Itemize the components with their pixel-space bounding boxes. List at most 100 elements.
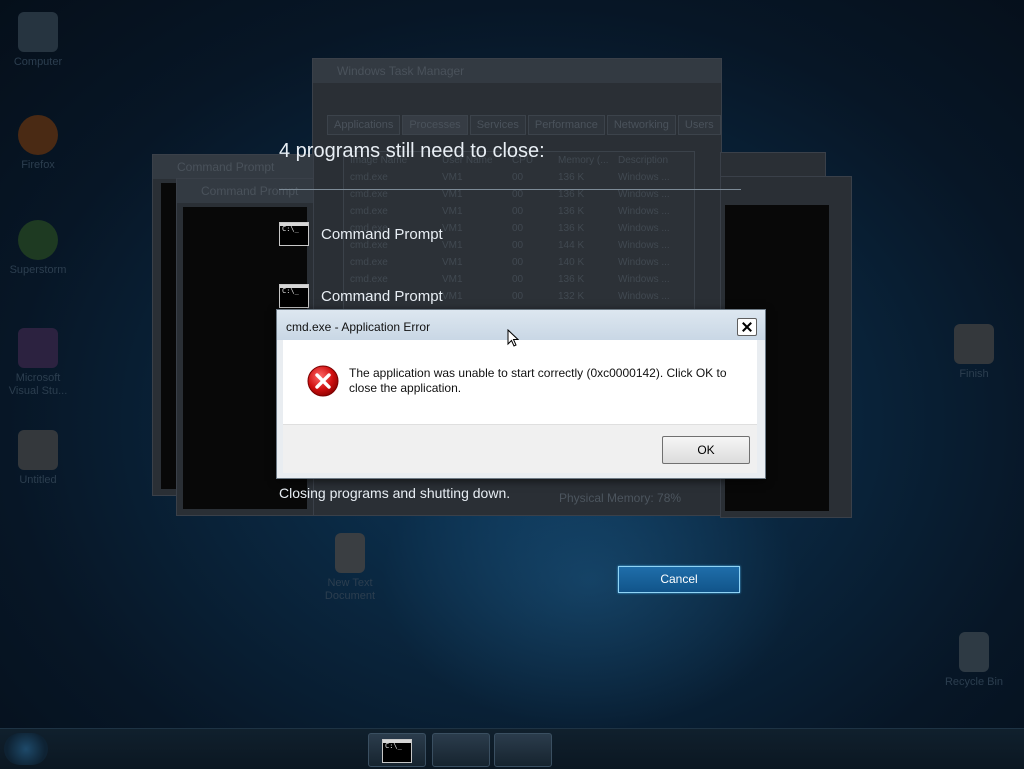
app-taskbar-button[interactable] <box>308 733 364 765</box>
dialog-body: The application was unable to start corr… <box>283 340 757 473</box>
untitled-icon <box>18 430 58 470</box>
desktop-icon-visual-studio[interactable]: Microsoft Visual Stu... <box>0 328 76 398</box>
desktop-icon-label: Microsoft Visual Stu... <box>8 372 68 397</box>
taskbar <box>0 728 1024 769</box>
process-cell: VM1 <box>442 223 463 234</box>
start-button[interactable] <box>4 733 48 765</box>
tab-applications[interactable]: Applications <box>327 115 401 135</box>
pending-program-label: Command Prompt <box>321 225 443 243</box>
process-cell: Windows ... <box>618 240 670 251</box>
desktop-icon-label: Computer <box>13 56 63 68</box>
error-message: The application was unable to start corr… <box>349 366 727 395</box>
desktop-icon-label: Finish <box>959 368 989 380</box>
ok-button[interactable]: OK <box>662 436 750 464</box>
dialog-title: cmd.exe - Application Error <box>286 320 431 334</box>
firefox-icon <box>18 115 58 155</box>
process-cell: cmd.exe <box>350 206 388 217</box>
process-cell: 136 K <box>558 223 585 234</box>
process-cell: Windows ... <box>618 257 670 268</box>
process-cell: 00 <box>512 172 524 183</box>
process-cell: cmd.exe <box>350 257 388 268</box>
desktop-icon-label: New Text Document <box>324 577 376 602</box>
desktop-icon-label: Recycle Bin <box>944 676 1004 688</box>
process-cell: 144 K <box>558 240 585 251</box>
dialog-title-bar[interactable]: cmd.exe - Application Error <box>277 310 765 340</box>
process-cell: cmd.exe <box>350 172 388 183</box>
mouse-cursor-icon <box>507 329 519 347</box>
process-cell: 00 <box>512 223 524 234</box>
explorer-taskbar-button[interactable] <box>246 733 302 765</box>
application-error-dialog: cmd.exe - Application Error The applicat… <box>276 309 766 479</box>
desktop-icon-computer[interactable]: Computer <box>0 12 76 69</box>
process-cell: VM1 <box>442 257 463 268</box>
process-row[interactable]: cmd.exe VM1 00 136 K Windows ... <box>344 169 694 186</box>
visual-studio-icon <box>18 328 58 368</box>
column-memory[interactable]: Memory (... <box>558 152 618 169</box>
window-taskbar-button[interactable] <box>494 733 552 767</box>
command-prompt-taskbar-button[interactable] <box>368 733 426 767</box>
tab-networking[interactable]: Networking <box>606 115 676 135</box>
process-cell: Windows ... <box>618 172 670 183</box>
process-cell: 00 <box>512 291 524 302</box>
desktop-icon-superstorm[interactable]: Superstorm <box>0 220 76 277</box>
process-cell: Windows ... <box>618 223 670 234</box>
command-prompt-title: Command Prompt <box>177 179 313 203</box>
desktop-icon-label: Superstorm <box>9 264 67 276</box>
text-document-icon <box>335 533 365 573</box>
process-cell: 00 <box>512 274 524 285</box>
process-cell: 136 K <box>558 274 585 285</box>
desktop-icon-label: Firefox <box>21 159 55 171</box>
process-cell: 00 <box>512 257 524 268</box>
desktop-icon-recycle-bin[interactable]: Recycle Bin <box>936 632 1012 689</box>
desktop-icon-firefox[interactable]: Firefox <box>0 115 76 172</box>
physical-memory-status: Physical Memory: 78% <box>559 491 682 505</box>
desktop-icon-finish[interactable]: Finish <box>936 324 1012 381</box>
desktop-icon-untitled[interactable]: Untitled <box>0 430 76 487</box>
media-taskbar-button[interactable] <box>184 733 240 765</box>
process-cell: VM1 <box>442 172 463 183</box>
task-manager-tabs: Applications Processes Services Performa… <box>327 115 721 135</box>
finish-icon <box>954 324 994 364</box>
process-row[interactable]: cmd.exe VM1 00 140 K Windows ... <box>344 254 694 271</box>
tab-users[interactable]: Users <box>677 115 721 135</box>
process-cell: VM1 <box>442 206 463 217</box>
pending-program-item: Command Prompt <box>279 222 443 246</box>
task-manager-taskbar-button[interactable] <box>432 733 490 767</box>
close-icon[interactable] <box>737 318 757 336</box>
process-cell: 00 <box>512 206 524 217</box>
process-cell: VM1 <box>442 291 463 302</box>
desktop-icon-text-document[interactable]: New Text Document <box>312 533 388 603</box>
shutdown-title: 4 programs still need to close: <box>279 140 545 162</box>
column-description[interactable]: Description <box>618 152 688 169</box>
clock[interactable] <box>944 735 1014 763</box>
process-cell: Windows ... <box>618 206 670 217</box>
superstorm-icon <box>18 220 58 260</box>
shutdown-divider <box>279 189 741 190</box>
firefox-taskbar-button[interactable] <box>122 733 178 765</box>
tab-performance[interactable]: Performance <box>527 115 605 135</box>
process-row[interactable]: cmd.exe VM1 00 136 K Windows ... <box>344 203 694 220</box>
process-cell: 140 K <box>558 257 585 268</box>
process-cell: Windows ... <box>618 291 670 302</box>
pending-program-label: Command Prompt <box>321 287 443 305</box>
process-cell: 136 K <box>558 172 585 183</box>
pending-program-item: Command Prompt <box>279 284 443 308</box>
computer-icon <box>18 12 58 52</box>
tab-processes[interactable]: Processes <box>402 115 468 135</box>
desktop-icon-label: Untitled <box>19 474 57 486</box>
process-cell: VM1 <box>442 240 463 251</box>
error-icon <box>307 365 339 397</box>
process-cell: 00 <box>512 240 524 251</box>
process-cell: 136 K <box>558 206 585 217</box>
command-prompt-icon <box>279 284 309 308</box>
shutdown-status: Closing programs and shutting down. <box>279 485 511 501</box>
task-manager-title: Windows Task Manager <box>313 59 721 83</box>
recycle-bin-icon <box>959 632 989 672</box>
ie-taskbar-button[interactable] <box>62 733 118 765</box>
process-cell: Windows ... <box>618 274 670 285</box>
process-cell: 132 K <box>558 291 585 302</box>
tab-services[interactable]: Services <box>469 115 526 135</box>
system-tray[interactable] <box>830 739 940 759</box>
cancel-shutdown-button[interactable]: Cancel <box>618 566 740 593</box>
command-prompt-icon <box>279 222 309 246</box>
